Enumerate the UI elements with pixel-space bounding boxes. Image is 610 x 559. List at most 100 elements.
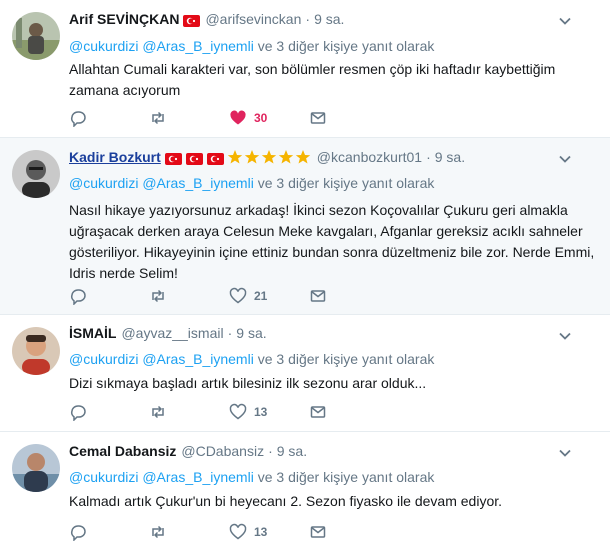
tweet[interactable]: Cemal Dabansiz @CDabansiz · 9 sa. @cukur… xyxy=(0,432,610,559)
retweet-icon xyxy=(152,405,164,419)
turkey-flag-icon xyxy=(185,151,203,165)
mention-link[interactable]: @cukurdizi xyxy=(69,175,138,191)
turkey-flag-icon xyxy=(206,151,224,165)
action-bar: 21 xyxy=(69,286,389,306)
tweet-text: Kalmadı artık Çukur'un bi heyecanı 2. Se… xyxy=(69,493,503,509)
timestamp[interactable]: 9 sa. xyxy=(435,148,465,166)
reply-suffix: ve 3 diğer kişiye yanıt olarak xyxy=(257,351,435,367)
star-icon xyxy=(261,150,276,164)
like-count: 13 xyxy=(254,405,268,419)
tweet-text: Nasıl hikaye yazıyorsunuz arkadaş! İkinc… xyxy=(69,202,595,281)
reply-context: @cukurdizi @Aras_B_iynemli ve 3 diğer ki… xyxy=(69,173,598,193)
retweet-icon xyxy=(152,525,164,539)
mention-link[interactable]: @Aras_B_iynemli xyxy=(142,38,253,54)
heart-icon xyxy=(229,287,247,304)
reply-button[interactable] xyxy=(69,109,149,127)
mention-link[interactable]: @Aras_B_iynemli xyxy=(142,351,253,367)
envelope-icon xyxy=(310,112,326,124)
direct-message-button[interactable] xyxy=(309,403,389,421)
tweet-text: Allahtan Cumali karakteri var, son bölüm… xyxy=(69,61,556,98)
chevron-down-icon[interactable] xyxy=(558,152,572,166)
tweet-header: Arif SEVİNÇKAN @arifsevinckan · 9 sa. xyxy=(69,10,598,28)
chevron-down-icon[interactable] xyxy=(558,329,572,343)
mention-link[interactable]: @cukurdizi xyxy=(69,469,138,485)
separator-dot: · xyxy=(305,11,311,27)
tweet-header: İSMAİL @ayvaz__ismail · 9 sa. xyxy=(69,324,598,342)
like-count: 21 xyxy=(254,289,268,303)
avatar[interactable] xyxy=(12,327,60,375)
turkey-flag-icon xyxy=(183,13,201,27)
reply-suffix: ve 3 diğer kişiye yanıt olarak xyxy=(257,38,435,54)
star-icon xyxy=(244,150,259,164)
display-name[interactable]: Cemal Dabansiz xyxy=(69,442,176,460)
reply-context: @cukurdizi @Aras_B_iynemli ve 3 diğer ki… xyxy=(69,36,598,56)
reply-icon xyxy=(71,111,86,127)
separator-dot: · xyxy=(268,443,273,459)
tweet-text: Dizi sıkmaya başladı artık bilesiniz ilk… xyxy=(69,375,427,391)
retweet-icon xyxy=(152,289,164,303)
display-name[interactable]: İSMAİL xyxy=(69,324,116,342)
user-handle[interactable]: @ayvaz__ismail xyxy=(121,324,223,342)
like-button[interactable]: 13 xyxy=(229,403,309,421)
direct-message-button[interactable] xyxy=(309,523,389,541)
like-button[interactable]: 13 xyxy=(229,523,309,541)
separator-dot: · xyxy=(426,149,431,165)
tweet[interactable]: Arif SEVİNÇKAN @arifsevinckan · 9 sa. @c… xyxy=(0,0,610,138)
direct-message-button[interactable] xyxy=(309,287,389,305)
mention-link[interactable]: @cukurdizi xyxy=(69,38,138,54)
heart-icon xyxy=(229,523,247,540)
turkey-flag-icon xyxy=(164,151,182,165)
avatar[interactable] xyxy=(12,12,60,60)
direct-message-button[interactable] xyxy=(309,109,389,127)
tweet[interactable]: İSMAİL @ayvaz__ismail · 9 sa. @cukurdizi… xyxy=(0,315,610,432)
tweet-header: Cemal Dabansiz @CDabansiz · 9 sa. xyxy=(69,442,598,460)
reply-suffix: ve 3 diğer kişiye yanıt olarak xyxy=(257,175,435,191)
retweet-button[interactable] xyxy=(149,109,229,127)
reply-suffix: ve 3 diğer kişiye yanıt olarak xyxy=(257,469,435,485)
retweet-icon xyxy=(152,111,164,125)
avatar[interactable] xyxy=(12,444,60,492)
action-bar: 30 xyxy=(69,108,389,128)
reply-button[interactable] xyxy=(69,523,149,541)
timestamp[interactable]: 9 sa. xyxy=(314,10,344,28)
reply-context: @cukurdizi @Aras_B_iynemli ve 3 diğer ki… xyxy=(69,467,598,487)
display-name[interactable]: Kadir Bozkurt xyxy=(69,148,161,166)
flag-group xyxy=(161,151,224,165)
reply-icon xyxy=(71,405,86,421)
tweet[interactable]: Kadir Bozkurt @kcanbozkurt01 · 9 sa. @cu… xyxy=(0,138,610,315)
chevron-down-icon[interactable] xyxy=(558,446,572,460)
reply-button[interactable] xyxy=(69,403,149,421)
action-bar: 13 xyxy=(69,522,389,542)
envelope-icon xyxy=(310,526,326,538)
envelope-icon xyxy=(310,406,326,418)
star-icon xyxy=(278,150,293,164)
chevron-down-icon[interactable] xyxy=(558,14,572,28)
timestamp[interactable]: 9 sa. xyxy=(277,442,307,460)
user-handle[interactable]: @arifsevinckan xyxy=(205,10,301,28)
reply-icon xyxy=(71,289,86,305)
retweet-button[interactable] xyxy=(149,523,229,541)
heart-filled-icon xyxy=(230,110,246,125)
mention-link[interactable]: @Aras_B_iynemli xyxy=(142,175,253,191)
star-rating xyxy=(227,149,312,165)
timestamp[interactable]: 9 sa. xyxy=(236,324,266,342)
user-handle[interactable]: @CDabansiz xyxy=(181,442,264,460)
retweet-button[interactable] xyxy=(149,287,229,305)
user-handle[interactable]: @kcanbozkurt01 xyxy=(317,148,422,166)
avatar[interactable] xyxy=(12,150,60,198)
reply-icon xyxy=(71,525,86,541)
like-count: 30 xyxy=(254,111,268,125)
action-bar: 13 xyxy=(69,402,389,422)
envelope-icon xyxy=(310,290,326,302)
like-button[interactable]: 30 xyxy=(229,109,309,127)
display-name[interactable]: Arif SEVİNÇKAN xyxy=(69,10,179,28)
like-count: 13 xyxy=(254,525,268,539)
reply-feed: Arif SEVİNÇKAN @arifsevinckan · 9 sa. @c… xyxy=(0,0,610,559)
mention-link[interactable]: @cukurdizi xyxy=(69,351,138,367)
reply-button[interactable] xyxy=(69,287,149,305)
retweet-button[interactable] xyxy=(149,403,229,421)
heart-icon xyxy=(229,403,247,420)
like-button[interactable]: 21 xyxy=(229,287,309,305)
star-icon xyxy=(227,150,242,164)
mention-link[interactable]: @Aras_B_iynemli xyxy=(142,469,253,485)
